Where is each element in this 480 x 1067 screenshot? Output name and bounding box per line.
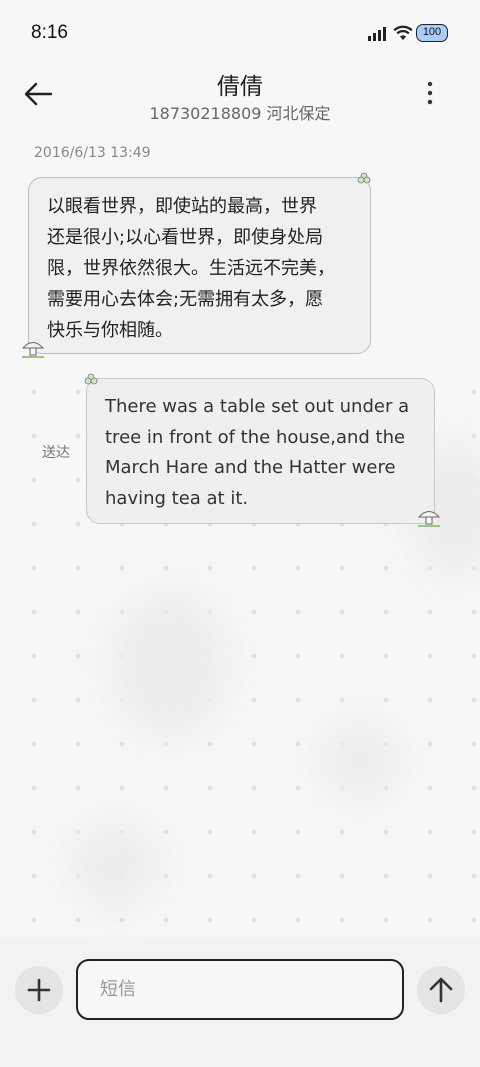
message-timestamp: 2016/6/13 13:49 [34,145,151,161]
delivery-status: 送达 [42,445,70,461]
incoming-message-bubble[interactable]: 以眼看世界，即使站的最高，世界 还是很小;以心看世界，即使身处局 限，世界依然很… [28,177,371,354]
send-button[interactable] [417,966,465,1014]
add-attachment-button[interactable] [15,966,63,1014]
contact-name: 倩倩 [217,74,263,100]
mushroom-icon [21,342,45,358]
wallpaper-shape [70,820,160,910]
wallpaper-shape [320,720,400,800]
more-vertical-icon[interactable] [420,80,440,108]
message-line: 需要用心去体会;无需拥有太多，愿 [47,289,324,310]
clover-icon [357,172,371,184]
plus-icon [27,978,51,1002]
contact-info: 18730218809 河北保定 [149,104,331,123]
wifi-icon [393,25,413,40]
message-line: having tea at it. [105,487,249,509]
message-line: March Hare and the Hatter were [105,457,396,478]
message-line: tree in front of the house,and the [105,426,406,448]
status-bar: 8:16 100 [0,0,480,64]
outgoing-message-bubble[interactable]: There was a table set out under a tree i… [86,378,435,524]
message-input[interactable]: 短信 [76,959,404,1020]
mushroom-icon [417,511,441,527]
battery-icon: 100 [416,24,448,42]
wallpaper-shape [110,590,230,740]
clover-icon [84,373,98,385]
message-line: 以眼看世界，即使站的最高，世界 [47,196,317,217]
message-text: There was a table set out under a tree i… [105,392,416,514]
message-line: 快乐与你相随。 [47,320,173,341]
message-line: There was a table set out under a [105,396,410,417]
message-line: 还是很小;以心看世界，即使身处局 [47,227,324,248]
message-line: 限，世界依然很大。生活远不完美， [47,258,335,279]
signal-icon [368,27,386,41]
status-time: 8:16 [31,22,68,43]
arrow-up-icon [429,977,453,1003]
message-text: 以眼看世界，即使站的最高，世界 还是很小;以心看世界，即使身处局 限，世界依然很… [47,191,352,346]
